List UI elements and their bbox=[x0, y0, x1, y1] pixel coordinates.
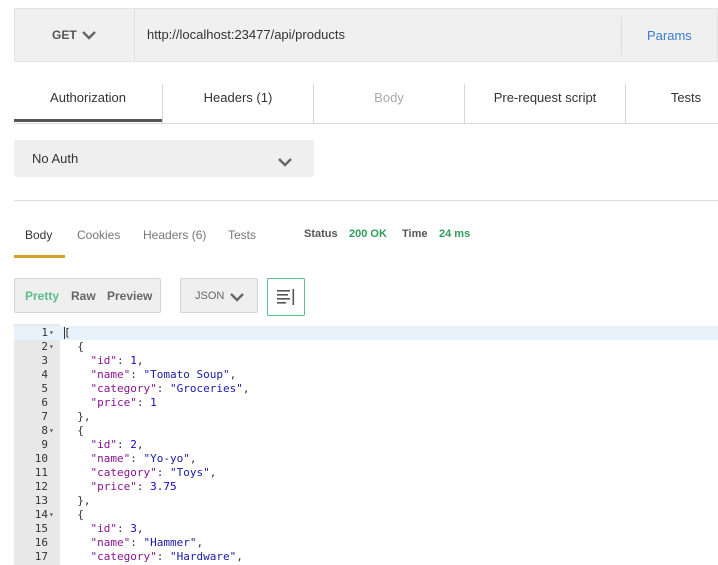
code-line: 1 ▾[ bbox=[14, 326, 718, 340]
line-number: 17 bbox=[34, 550, 48, 563]
tab-tests[interactable]: Tests bbox=[626, 84, 718, 122]
line-number: 4 bbox=[41, 368, 48, 381]
code-text: "category": "Toys", bbox=[90, 466, 217, 479]
code-text: "category": "Hardware", bbox=[90, 550, 243, 563]
line-number: 6 bbox=[41, 396, 48, 409]
code-line: 4 "name": "Tomato Soup", bbox=[14, 368, 718, 382]
chevron-down-icon bbox=[82, 31, 96, 40]
line-number: 9 bbox=[41, 438, 48, 451]
line-number: 13 bbox=[34, 494, 48, 507]
code-line: 5 "category": "Groceries", bbox=[14, 382, 718, 396]
params-button[interactable]: Params bbox=[647, 28, 692, 43]
line-number: 5 bbox=[41, 382, 48, 395]
code-line: 9 "id": 2, bbox=[14, 438, 718, 452]
line-number: 10 bbox=[34, 452, 48, 465]
params-divider bbox=[621, 17, 622, 55]
response-tab-tests[interactable]: Tests bbox=[228, 228, 256, 242]
tab-body[interactable]: Body bbox=[314, 84, 464, 122]
status-value: 200 OK bbox=[349, 228, 387, 240]
code-line: 6 "price": 1 bbox=[14, 396, 718, 410]
method-label: GET bbox=[52, 28, 77, 42]
chevron-down-icon bbox=[278, 158, 292, 167]
code-text: }, bbox=[64, 494, 91, 507]
code-line: 3 "id": 1, bbox=[14, 354, 718, 368]
wrap-lines-button[interactable] bbox=[267, 278, 305, 316]
chevron-down-icon bbox=[230, 293, 244, 302]
line-number: 16 bbox=[34, 536, 48, 549]
code-text: "name": "Tomato Soup", bbox=[90, 368, 237, 381]
time-label: Time bbox=[402, 228, 428, 240]
auth-type-select[interactable]: No Auth bbox=[14, 140, 314, 177]
active-tab-underline bbox=[14, 255, 65, 258]
code-text: "name": "Yo-yo", bbox=[90, 452, 197, 465]
status-label: Status bbox=[304, 228, 338, 240]
code-line: 14 ▾ { bbox=[14, 508, 718, 522]
code-line: 8 ▾ { bbox=[14, 424, 718, 438]
code-text: }, bbox=[64, 410, 91, 423]
method-select[interactable]: GET bbox=[15, 9, 135, 61]
fold-toggle-icon[interactable]: ▾ bbox=[49, 508, 54, 522]
url-input[interactable]: http://localhost:23477/api/products bbox=[147, 27, 345, 42]
format-select[interactable]: JSON bbox=[180, 278, 258, 313]
code-line: 10 "name": "Yo-yo", bbox=[14, 452, 718, 466]
code-text: "id": 2, bbox=[90, 438, 144, 451]
code-text: "name": "Hammer", bbox=[90, 536, 204, 549]
request-tabs: Authorization Headers (1) Body Pre-reque… bbox=[14, 84, 718, 124]
code-text: { bbox=[64, 424, 84, 437]
code-text: { bbox=[64, 508, 84, 521]
view-raw-button[interactable]: Raw bbox=[71, 289, 96, 303]
tab-pre-request-script[interactable]: Pre-request script bbox=[465, 84, 625, 122]
code-line: 15 "id": 3, bbox=[14, 522, 718, 536]
code-line: 7 }, bbox=[14, 410, 718, 424]
code-line: 17 "category": "Hardware", bbox=[14, 550, 718, 564]
tab-headers[interactable]: Headers (1) bbox=[163, 84, 313, 122]
code-line: 13 }, bbox=[14, 494, 718, 508]
line-number: 12 bbox=[34, 480, 48, 493]
line-number: 1 bbox=[41, 326, 48, 339]
wrap-lines-icon bbox=[277, 289, 295, 305]
code-line: 2 ▾ { bbox=[14, 340, 718, 354]
code-line: 12 "price": 3.75 bbox=[14, 480, 718, 494]
code-text: "price": 1 bbox=[90, 396, 157, 409]
fold-toggle-icon[interactable]: ▾ bbox=[49, 424, 54, 438]
section-divider bbox=[14, 200, 718, 201]
fold-toggle-icon[interactable]: ▾ bbox=[49, 340, 54, 354]
request-bar: GET http://localhost:23477/api/products … bbox=[14, 8, 718, 62]
code-text: "id": 1, bbox=[90, 354, 144, 367]
line-number: 3 bbox=[41, 354, 48, 367]
response-tab-body[interactable]: Body bbox=[25, 228, 52, 242]
line-number: 7 bbox=[41, 410, 48, 423]
response-body-editor[interactable]: 1 ▾[2 ▾ {3 "id": 1, 4 "name": "Tomato Soup"… bbox=[14, 324, 718, 565]
line-number: 11 bbox=[34, 466, 48, 479]
format-value: JSON bbox=[195, 290, 225, 302]
line-number: 2 bbox=[41, 340, 48, 353]
code-line: 11 "category": "Toys", bbox=[14, 466, 718, 480]
code-text: "category": "Groceries", bbox=[90, 382, 250, 395]
code-text: "price": 3.75 bbox=[90, 480, 177, 493]
fold-toggle-icon[interactable]: ▾ bbox=[49, 326, 54, 340]
auth-type-value: No Auth bbox=[32, 151, 79, 166]
view-preview-button[interactable]: Preview bbox=[107, 289, 152, 303]
code-text: { bbox=[64, 340, 84, 353]
response-tab-cookies[interactable]: Cookies bbox=[77, 228, 120, 242]
view-pretty-button[interactable]: Pretty bbox=[25, 289, 59, 303]
code-text: "id": 3, bbox=[90, 522, 144, 535]
line-number: 15 bbox=[34, 522, 48, 535]
response-tab-headers[interactable]: Headers (6) bbox=[143, 228, 206, 242]
view-mode-group: Pretty Raw Preview bbox=[14, 278, 161, 313]
code-line: 16 "name": "Hammer", bbox=[14, 536, 718, 550]
line-number: 14 bbox=[34, 508, 48, 521]
text-cursor bbox=[64, 327, 65, 339]
time-value: 24 ms bbox=[439, 228, 471, 240]
line-number: 8 bbox=[41, 424, 48, 437]
tab-authorization[interactable]: Authorization bbox=[14, 84, 162, 122]
